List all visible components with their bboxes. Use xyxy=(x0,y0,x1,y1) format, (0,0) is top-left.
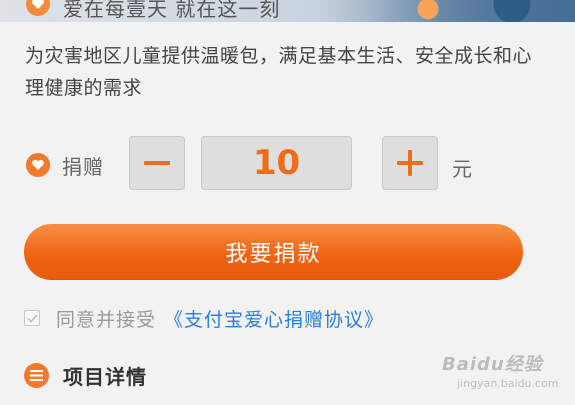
header-banner: 爱在每壹天 就在这一刻 xyxy=(0,0,575,22)
checkbox-check-icon xyxy=(26,313,38,323)
watermark-url: jingyan.baidu.com xyxy=(457,377,559,390)
agreement-text: 同意并接受 xyxy=(56,308,157,331)
increase-amount-button[interactable] xyxy=(382,136,438,190)
amount-input[interactable]: 10 xyxy=(201,136,352,190)
plus-icon xyxy=(397,150,423,176)
banner-title: 爱在每壹天 就在这一刻 xyxy=(63,0,281,21)
donation-amount-row: 捐赠 10 元 xyxy=(0,135,575,193)
banner-heart-icon xyxy=(26,0,50,16)
project-details-section[interactable]: 项目详情 xyxy=(24,360,147,390)
agreement-row: 同意并接受 《支付宝爱心捐赠协议》 xyxy=(24,305,384,332)
watermark-logo: Baidu经验 xyxy=(442,354,543,375)
minus-icon xyxy=(144,161,170,165)
project-description: 为灾害地区儿童提供温暖包，满足基本生活、安全成长和心理健康的需求 xyxy=(25,45,533,99)
donate-button[interactable]: 我要捐款 xyxy=(24,224,523,279)
currency-unit: 元 xyxy=(452,157,472,181)
list-icon xyxy=(24,362,49,388)
donation-label: 捐赠 xyxy=(62,155,104,179)
heart-icon xyxy=(26,153,50,177)
agreement-checkbox[interactable] xyxy=(24,310,40,326)
project-details-title: 项目详情 xyxy=(63,364,147,389)
agreement-link[interactable]: 《支付宝爱心捐赠协议》 xyxy=(164,305,384,332)
banner-image xyxy=(365,0,575,22)
decrease-amount-button[interactable] xyxy=(129,136,185,190)
